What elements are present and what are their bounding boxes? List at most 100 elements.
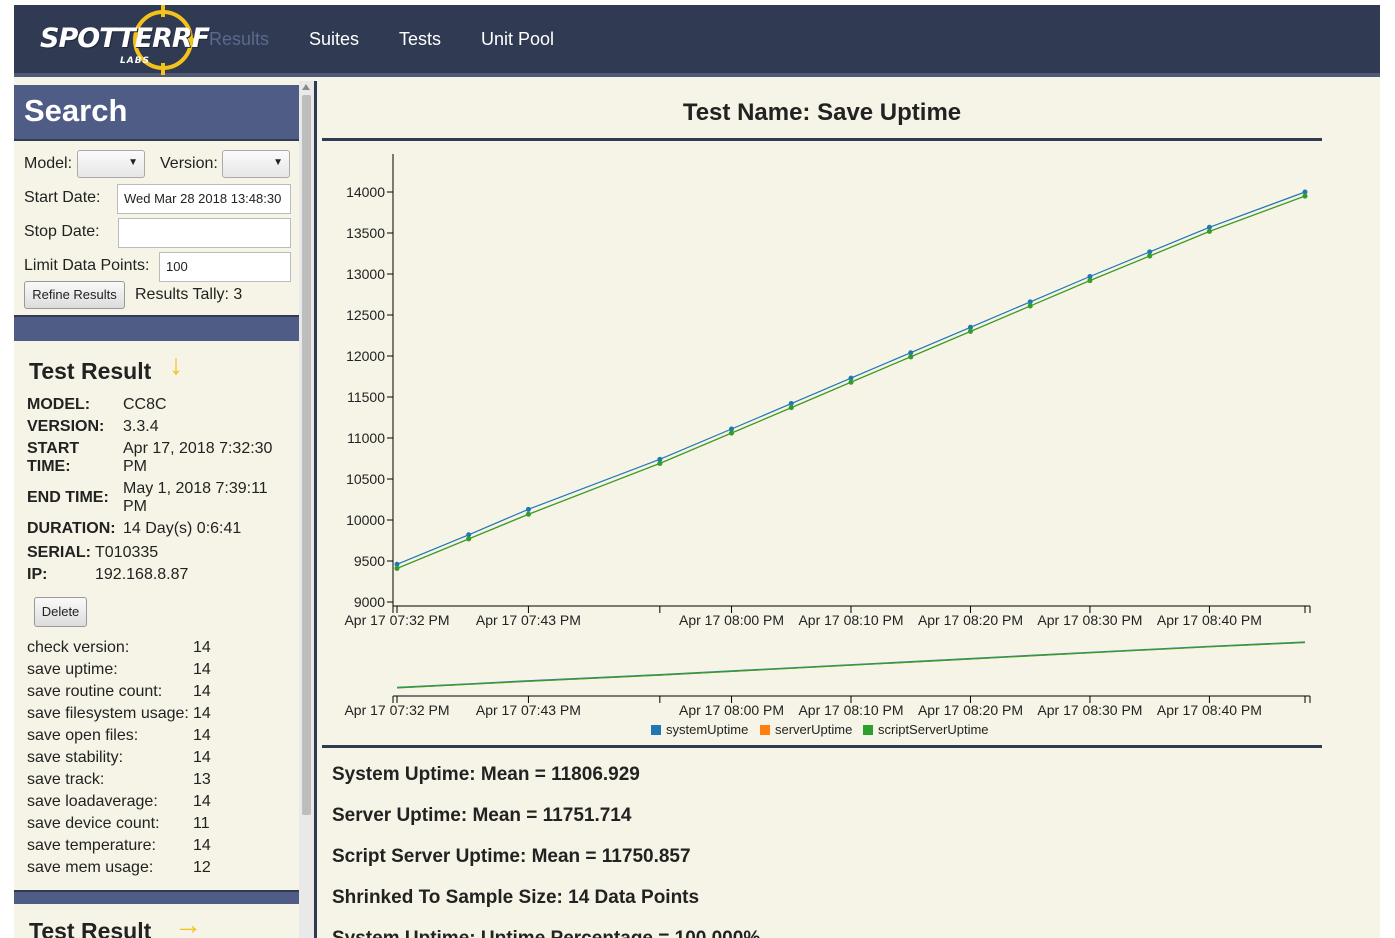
- test-name: save uptime:: [27, 661, 118, 678]
- spotterrf-logo[interactable]: SPOTTERRF LABS: [36, 5, 210, 75]
- top-nav: SPOTTERRF LABS Results Suites Tests Unit…: [14, 5, 1380, 77]
- version-select[interactable]: ▼: [222, 150, 290, 178]
- stat-line: System Uptime: Uptime Percentage = 100.0…: [332, 928, 760, 938]
- start-date-label: Start Date:: [24, 189, 101, 206]
- model-select[interactable]: ▼: [77, 150, 145, 178]
- start-time-key: START TIME:: [27, 440, 80, 475]
- logo-sub-text: LABS: [120, 56, 151, 66]
- model-value: CC8C: [123, 396, 167, 413]
- version-label: Version:: [160, 155, 218, 172]
- x-tick-label: Apr 17 08:10 PM: [798, 612, 903, 628]
- test-count-row[interactable]: save temperature: 14: [27, 837, 287, 859]
- arrow-right-icon[interactable]: →: [174, 909, 202, 938]
- test-count: 14: [193, 837, 211, 854]
- stat-line: System Uptime: Mean = 11806.929: [332, 764, 640, 785]
- sidebar-scrollbar[interactable]: [299, 81, 314, 938]
- nav-results[interactable]: Results: [209, 29, 269, 50]
- test-count-row[interactable]: save loadaverage: 14: [27, 793, 287, 815]
- data-point-scriptServerUptime: [1206, 228, 1212, 234]
- limit-input[interactable]: 100: [159, 252, 291, 282]
- scroll-thumb[interactable]: [302, 95, 311, 815]
- test-result-title[interactable]: Test Result: [29, 918, 151, 938]
- y-tick-label: 11000: [347, 430, 385, 446]
- test-name: check version:: [27, 639, 130, 656]
- mini-x-tick-label: Apr 17 07:43 PM: [476, 702, 581, 718]
- legend-label: serverUptime: [775, 722, 852, 737]
- section-band: [14, 315, 299, 341]
- test-count-row[interactable]: save stability: 14: [27, 749, 287, 771]
- x-tick-label: Apr 17 08:40 PM: [1157, 612, 1262, 628]
- test-name: save open files:: [27, 727, 139, 744]
- chevron-down-icon: ▼: [273, 157, 283, 168]
- mini-x-tick-label: Apr 17 08:30 PM: [1037, 702, 1142, 718]
- test-count-row[interactable]: save open files: 14: [27, 727, 287, 749]
- section-band: [14, 890, 299, 904]
- test-name: save track:: [27, 771, 105, 788]
- data-point-scriptServerUptime: [908, 354, 914, 360]
- test-count-row[interactable]: save mem usage: 12: [27, 859, 287, 881]
- test-count-row[interactable]: save routine count: 14: [27, 683, 287, 705]
- stop-date-input[interactable]: [118, 218, 291, 248]
- mini-x-tick-label: Apr 17 08:00 PM: [679, 702, 784, 718]
- test-count: 14: [193, 749, 211, 766]
- x-tick-label: Apr 17 07:32 PM: [344, 612, 449, 628]
- stop-date-label: Stop Date:: [24, 223, 100, 240]
- data-point-scriptServerUptime: [1147, 253, 1153, 259]
- mini-x-tick-label: Apr 17 07:32 PM: [344, 702, 449, 718]
- main-panel: Test Name: Save Uptime 9000 9500 10000 1050…: [317, 81, 1380, 938]
- test-count-row[interactable]: save filesystem usage: 14: [27, 705, 287, 727]
- x-tick-label: Apr 17 08:30 PM: [1037, 612, 1142, 628]
- duration-value: 14 Day(s) 0:6:41: [123, 520, 242, 537]
- serial-value: T010335: [95, 544, 159, 561]
- nav-suites[interactable]: Suites: [309, 29, 359, 50]
- test-count-row[interactable]: save track: 13: [27, 771, 287, 793]
- scroll-up-icon[interactable]: [302, 84, 310, 90]
- y-tick-label: 13500: [346, 225, 385, 241]
- nav-tests[interactable]: Tests: [399, 29, 441, 50]
- data-point-scriptServerUptime: [525, 511, 531, 517]
- data-point-scriptServerUptime: [967, 328, 973, 334]
- chart-rule: [322, 745, 1322, 748]
- data-point-scriptServerUptime: [394, 565, 400, 571]
- test-count: 12: [193, 859, 211, 876]
- test-count-row[interactable]: save uptime: 14: [27, 661, 287, 683]
- start-date-input[interactable]: Wed Mar 28 2018 13:48:30: [117, 184, 291, 214]
- y-tick-label: 9500: [354, 553, 385, 569]
- x-tick-label: Apr 17 07:43 PM: [476, 612, 581, 628]
- test-result-title[interactable]: Test Result: [29, 358, 151, 385]
- stat-line: Script Server Uptime: Mean = 11750.857: [332, 846, 691, 867]
- data-point-scriptServerUptime: [729, 430, 735, 436]
- data-point-scriptServerUptime: [466, 536, 472, 542]
- sidebar: Search Model: ▼ Version: ▼ Start Date: W…: [14, 81, 299, 938]
- legend-swatch: [651, 725, 661, 735]
- data-point-scriptServerUptime: [1027, 303, 1033, 309]
- page-title: Test Name: Save Uptime: [682, 99, 962, 126]
- mini-line-scriptServerUptime: [396, 641, 1306, 689]
- y-tick-label: 14000: [346, 184, 385, 200]
- stat-line: Shrinked To Sample Size: 14 Data Points: [332, 887, 700, 908]
- test-count: 14: [193, 683, 211, 700]
- delete-button[interactable]: Delete: [34, 597, 87, 627]
- ip-key: IP:: [27, 566, 48, 583]
- y-axis: 9000 9500 10000 10500 11000 11500 12000 12500 13…: [346, 154, 394, 610]
- search-title: Search: [24, 93, 128, 128]
- end-time-value: May 1, 2018 7:39:11 PM: [123, 480, 268, 515]
- nav-unit-pool[interactable]: Unit Pool: [481, 29, 554, 50]
- logo-brand-text: SPOTTERRF: [40, 23, 210, 54]
- arrow-down-icon[interactable]: ↓: [169, 349, 183, 381]
- refine-results-button[interactable]: Refine Results: [24, 281, 125, 309]
- legend-swatch: [760, 725, 770, 735]
- start-time-value: Apr 17, 2018 7:32:30 PM: [123, 440, 273, 475]
- y-tick-label: 11500: [347, 389, 385, 405]
- test-name: save mem usage:: [27, 859, 154, 876]
- data-point-scriptServerUptime: [848, 379, 854, 385]
- ip-value: 192.168.8.87: [95, 566, 189, 583]
- test-count-row[interactable]: save device count: 11: [27, 815, 287, 837]
- uptime-chart[interactable]: 9000 9500 10000 10500 11000 11500 12000 12500 13…: [322, 145, 1322, 745]
- test-name: save device count:: [27, 815, 160, 832]
- test-count-row[interactable]: check version: 14: [27, 639, 287, 661]
- end-time-key: END TIME:: [27, 489, 109, 506]
- results-tally: Results Tally: 3: [135, 286, 243, 303]
- y-tick-label: 9000: [354, 594, 385, 610]
- mini-x-tick-label: Apr 17 08:20 PM: [918, 702, 1023, 718]
